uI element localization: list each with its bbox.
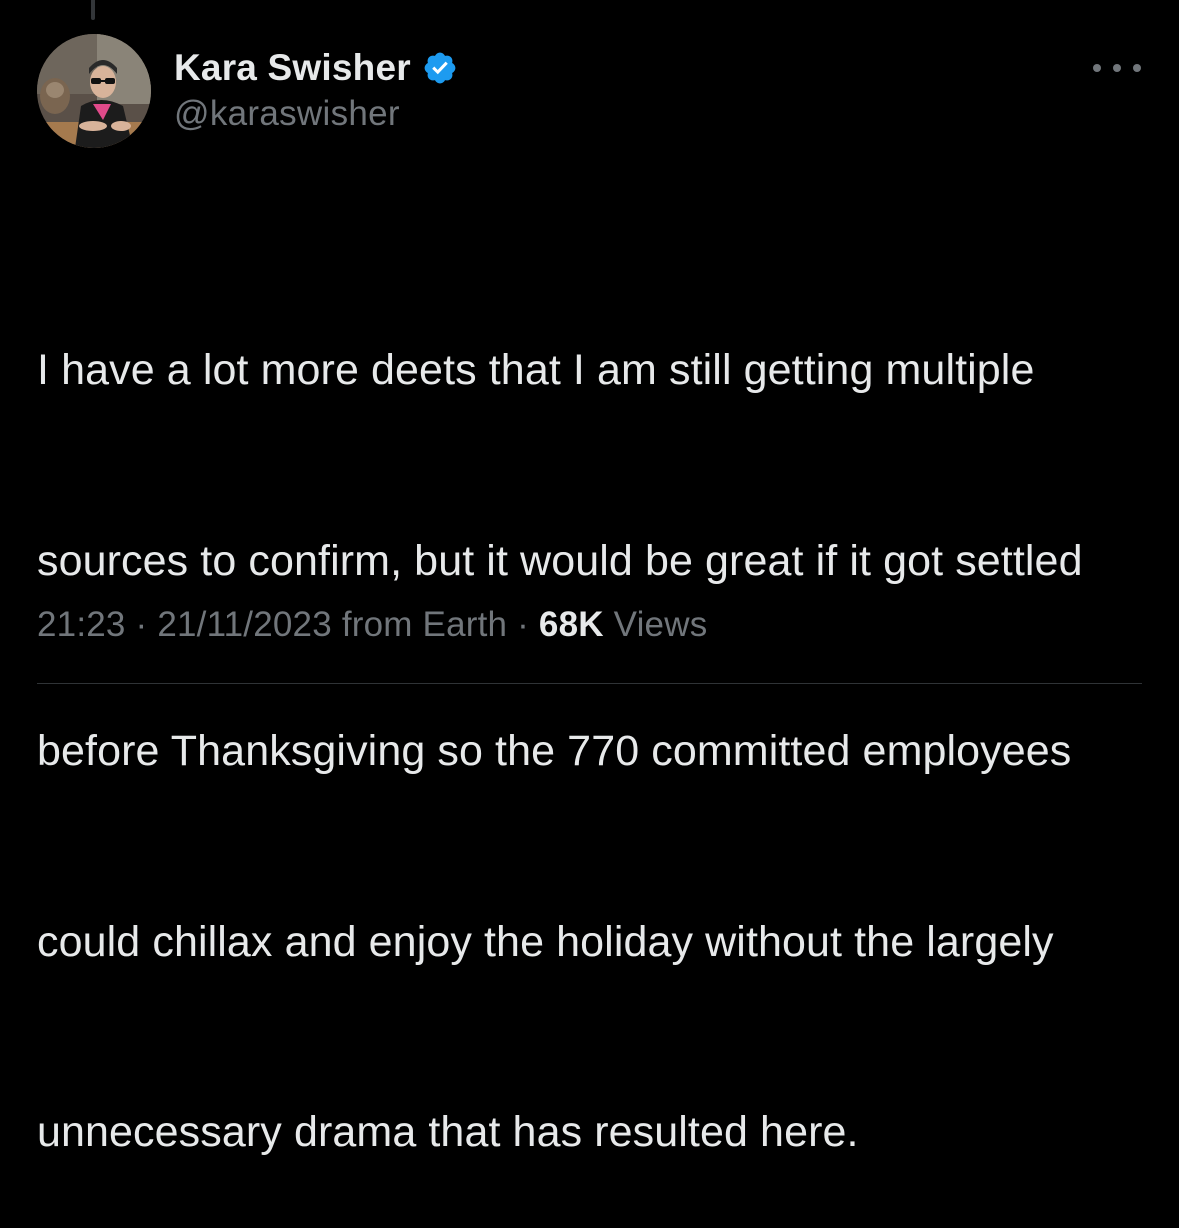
author-handle[interactable]: @karaswisher (174, 94, 458, 134)
tweet-text-line: before Thanksgiving so the 770 committed… (37, 727, 1072, 775)
more-horizontal-icon-dot (1133, 64, 1141, 72)
meta-separator: · (507, 605, 539, 644)
views-label: Views (603, 605, 708, 644)
tweet-text-line: sources to confirm, but it would be grea… (37, 536, 1083, 585)
more-horizontal-icon-dot (1113, 64, 1121, 72)
views-count[interactable]: 68K (539, 605, 604, 644)
verified-badge-icon[interactable] (422, 50, 458, 86)
meta-separator: · (125, 605, 158, 644)
avatar[interactable] (37, 34, 151, 148)
more-horizontal-icon-dot (1093, 64, 1101, 72)
tweet-source: from Earth (331, 605, 508, 644)
tweet-text: I have a lot more deets that I am still … (37, 212, 1157, 1228)
more-options-button[interactable] (1093, 56, 1141, 80)
author-name-row: Kara Swisher (174, 44, 458, 92)
tweet-time[interactable]: 21:23 (37, 605, 126, 644)
tweet-date[interactable]: 21/11/2023 (157, 605, 332, 644)
tweet-text-line: could chillax and enjoy the holiday with… (37, 917, 1054, 966)
thread-connector-line (91, 0, 95, 20)
avatar-image (37, 34, 151, 148)
author-display-name[interactable]: Kara Swisher (174, 47, 411, 89)
tweet-text-line: unnecessary drama that has resulted here… (37, 1108, 859, 1156)
tweet-author: Kara Swisher @karaswisher (174, 44, 458, 134)
divider (37, 683, 1142, 684)
tweet-metadata: 21:23 · 21/11/2023 from Earth · 68K View… (37, 605, 707, 645)
tweet-text-line: I have a lot more deets that I am still … (37, 346, 1035, 394)
